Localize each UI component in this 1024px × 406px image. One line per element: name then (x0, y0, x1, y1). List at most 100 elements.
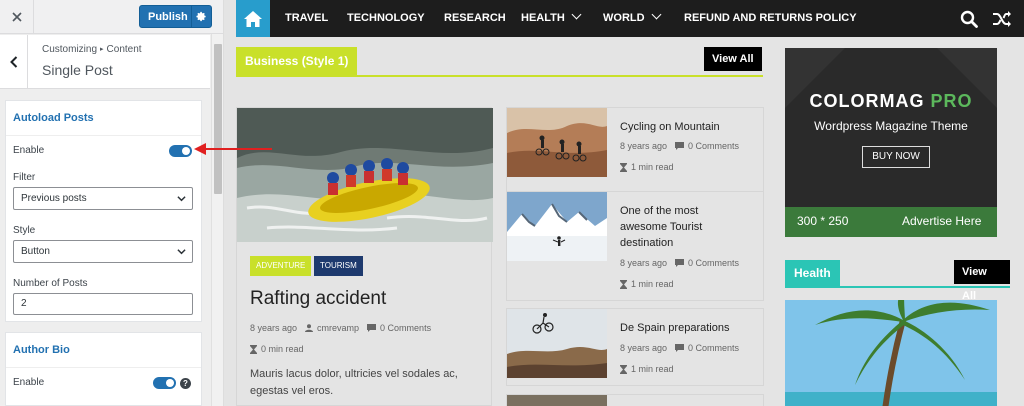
back-button[interactable] (0, 35, 28, 88)
main-navigation: TRAVEL TECHNOLOGY RESEARCH HEALTH WORLD … (236, 0, 1024, 37)
cycling-photo[interactable] (507, 108, 607, 177)
tag-adventure[interactable]: ADVENTURE (250, 256, 312, 276)
help-icon[interactable]: ? (180, 378, 191, 389)
side-post-meta: 8 years ago 0 Comments (620, 141, 739, 151)
filter-label: Filter (13, 172, 36, 183)
featured-post-comments[interactable]: 0 Comments (380, 323, 431, 333)
side-post-card: Cycling on Mountain 8 years ago 0 Commen… (506, 107, 764, 193)
nav-item-health-label: HEALTH (521, 12, 565, 24)
health-section-title[interactable]: Health (785, 260, 840, 286)
side-post-comments[interactable]: 0 Comments (688, 258, 739, 268)
featured-post-read-label: 0 min read (261, 344, 304, 354)
tag-tourism[interactable]: TOURISM (314, 256, 363, 276)
close-customizer-button[interactable] (0, 0, 34, 34)
breadcrumb-child: Content (106, 44, 142, 55)
featured-post-date[interactable]: 8 years ago (250, 323, 297, 333)
rafting-image (237, 108, 493, 242)
app: Publish Customizing ▸ Content Single Post … (0, 0, 1024, 406)
user-icon (305, 324, 314, 332)
side-post-read-label: 1 min read (631, 162, 674, 172)
nav-item-health[interactable]: HEALTH (521, 0, 582, 37)
side-post-meta: 8 years ago 0 Comments (620, 343, 739, 353)
side-post-card: De Spain preparations 8 years ago 0 Comm… (506, 308, 764, 386)
home-button[interactable] (236, 0, 270, 37)
biker-image (507, 309, 607, 378)
author-bio-enable-label: Enable (13, 377, 45, 388)
nav-item-technology[interactable]: TECHNOLOGY (347, 0, 425, 37)
side-post-readtime: 1 min read (620, 162, 674, 172)
side-post-card (506, 394, 764, 406)
side-post-title[interactable]: One of the most awesome Tourist destinat… (620, 203, 740, 251)
featured-post-meta: 8 years ago cmrevamp 0 Comments (250, 323, 431, 333)
side-post-photo[interactable] (507, 395, 607, 406)
autoload-posts-panel: Autoload Posts Enable Filter Previous po… (5, 100, 202, 322)
nav-item-research[interactable]: RESEARCH (444, 0, 506, 37)
number-of-posts-input[interactable]: 2 (13, 293, 193, 315)
health-view-all-button[interactable]: View All (954, 260, 1010, 302)
search-icon[interactable] (960, 10, 978, 28)
scrollbar-thumb[interactable] (214, 44, 222, 194)
filter-select[interactable]: Previous posts (13, 187, 193, 210)
autoload-enable-toggle[interactable] (169, 145, 192, 157)
site-preview: TRAVEL TECHNOLOGY RESEARCH HEALTH WORLD … (224, 0, 1024, 406)
breadcrumb: Customizing ▸ Content (42, 44, 142, 55)
comment-icon (675, 259, 685, 267)
style-select[interactable]: Button (13, 240, 193, 263)
side-post-date[interactable]: 8 years ago (620, 343, 667, 353)
rafting-photo[interactable] (237, 108, 493, 242)
comment-icon (367, 324, 377, 332)
business-view-all-button[interactable]: View All (704, 47, 762, 71)
side-post-readtime: 1 min read (620, 279, 674, 289)
chevron-down-icon (177, 196, 186, 202)
publish-button[interactable]: Publish (139, 5, 212, 28)
close-icon (11, 12, 22, 22)
featured-post-card: ADVENTURE TOURISM Rafting accident 8 yea… (236, 107, 493, 406)
business-section-header: Business (Style 1) View All (236, 47, 763, 77)
ad-footer: 300 * 250 Advertise Here (785, 207, 997, 237)
advertisement-banner[interactable]: COLORMAG PRO Wordpress Magazine Theme BU… (785, 48, 997, 237)
business-section-title[interactable]: Business (Style 1) (236, 47, 358, 75)
author-bio-enable-toggle[interactable] (153, 377, 176, 389)
side-post-date[interactable]: 8 years ago (620, 258, 667, 268)
featured-post-author[interactable]: cmrevamp (317, 323, 359, 333)
snow-mountain-photo[interactable] (507, 192, 607, 261)
autoload-enable-label: Enable (13, 145, 45, 156)
ad-title-main: COLORMAG (809, 91, 925, 111)
gear-icon (196, 11, 206, 22)
hourglass-icon (250, 344, 257, 354)
nav-item-travel[interactable]: TRAVEL (285, 0, 328, 37)
style-label: Style (13, 225, 36, 236)
featured-post-readtime: 0 min read (250, 344, 304, 354)
autoload-posts-title: Autoload Posts (6, 101, 201, 136)
number-of-posts-label: Number of Posts (13, 278, 88, 289)
hourglass-icon (620, 364, 627, 374)
health-section-header: Health View All (785, 260, 1010, 302)
side-post-title[interactable]: De Spain preparations (620, 320, 729, 336)
featured-post-excerpt: Mauris lacus dolor, ultricies vel sodale… (250, 368, 458, 397)
ad-size: 300 * 250 (797, 214, 849, 228)
chevron-down-icon (651, 9, 661, 20)
shuffle-icon[interactable] (992, 10, 1012, 28)
nav-item-refund-policy[interactable]: REFUND AND RETURNS POLICY (684, 0, 857, 37)
home-icon (244, 10, 262, 27)
ad-title-pro: PRO (930, 91, 973, 111)
palm-tree-photo[interactable] (785, 300, 997, 406)
ad-subtitle: Wordpress Magazine Theme (814, 119, 968, 133)
section-title: Single Post (42, 62, 113, 78)
publish-label: Publish (148, 10, 188, 23)
side-post-date[interactable]: 8 years ago (620, 141, 667, 151)
nav-item-world[interactable]: WORLD (603, 0, 661, 37)
featured-post-title[interactable]: Rafting accident (250, 288, 386, 310)
customizer-scrollbar[interactable] (211, 34, 223, 406)
palm-tree-image (785, 300, 997, 406)
snow-mountain-image (507, 192, 607, 261)
side-post-comments[interactable]: 0 Comments (688, 141, 739, 151)
style-select-value: Button (21, 246, 50, 257)
side-post-title[interactable]: Cycling on Mountain (620, 119, 720, 135)
publish-settings-button[interactable] (191, 6, 211, 27)
ad-buy-now-button[interactable]: BUY NOW (862, 146, 930, 168)
ad-advertise-here: Advertise Here (902, 214, 982, 228)
side-post-comments[interactable]: 0 Comments (688, 343, 739, 353)
ad-title: COLORMAG PRO (785, 91, 997, 112)
biker-photo[interactable] (507, 309, 607, 378)
